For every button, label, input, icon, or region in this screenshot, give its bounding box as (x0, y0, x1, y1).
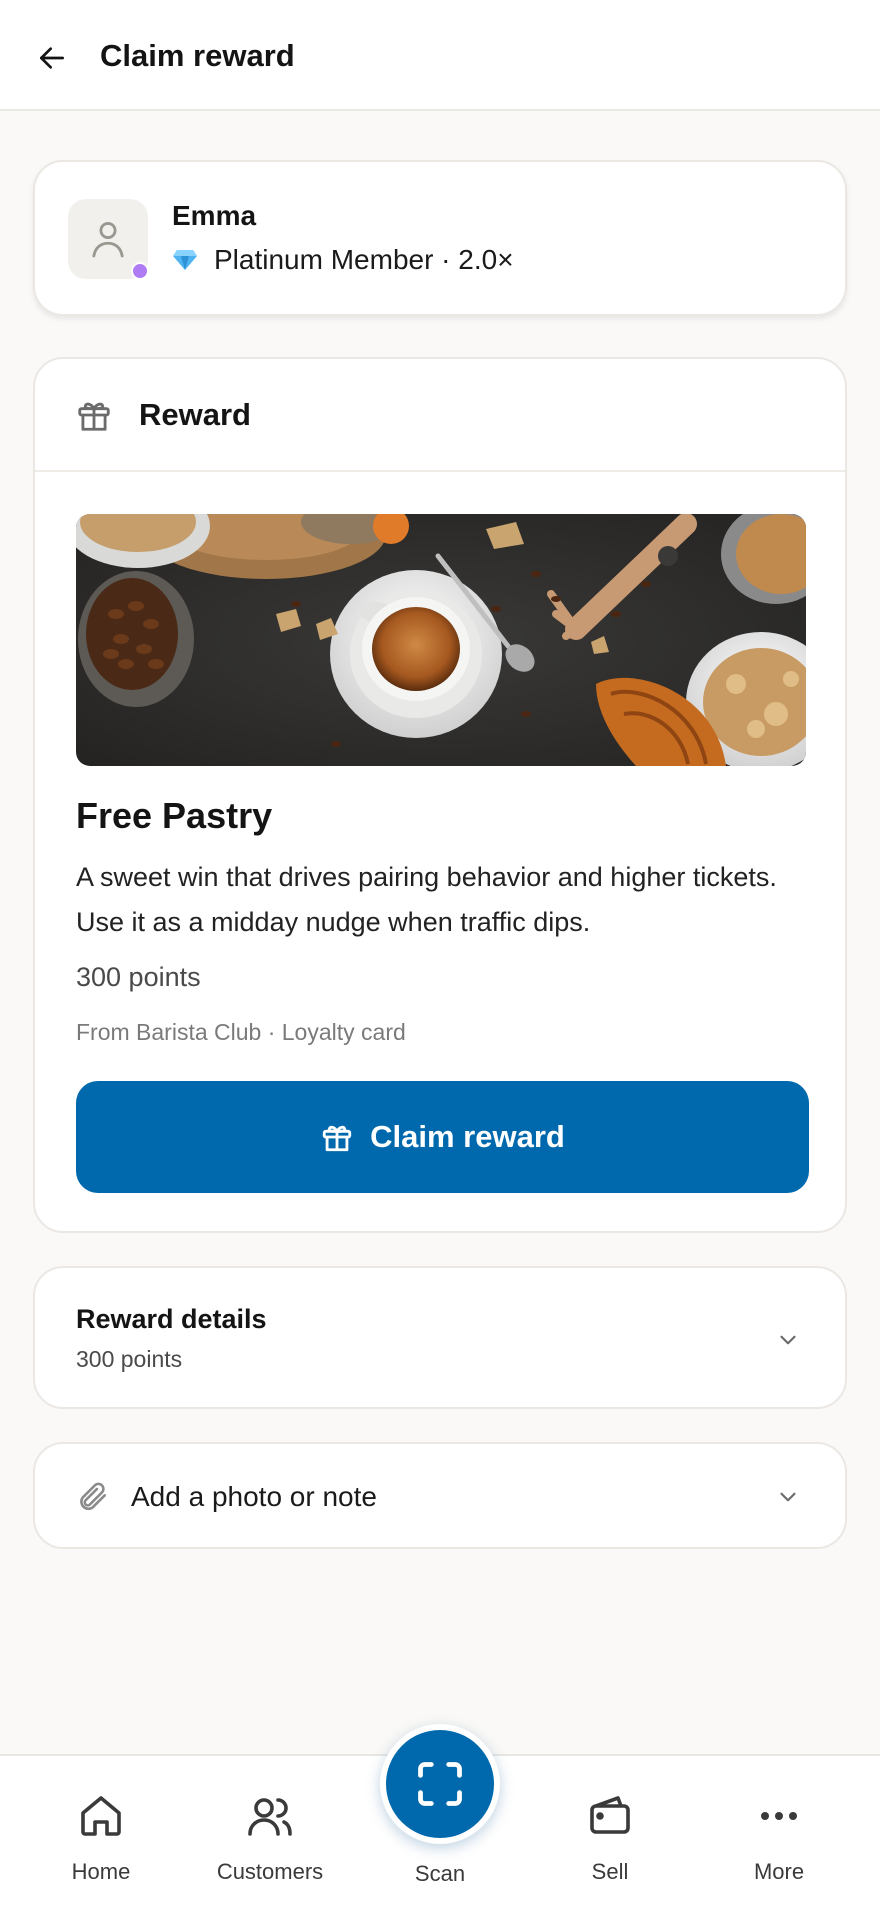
gift-icon (322, 1125, 352, 1152)
scan-button[interactable] (380, 1724, 500, 1844)
reward-card: Reward Free Pastry A sweet win that driv… (33, 357, 847, 1233)
app-header: Claim reward (0, 0, 880, 111)
wallet-icon (590, 1796, 630, 1834)
nav-customers[interactable]: Customers (200, 1756, 340, 1912)
paperclip-icon (80, 1482, 107, 1511)
nav-sell-label: Sell (591, 1859, 629, 1884)
member-tier: Platinum Member · 2.0× (172, 242, 514, 278)
home-icon (81, 1796, 121, 1836)
arrow-left-icon (40, 47, 64, 69)
reward-details-subtitle: 300 points (76, 1346, 183, 1372)
member-name: Emma (172, 200, 257, 231)
gem-icon (173, 250, 197, 270)
chevron-down-icon (780, 1335, 796, 1345)
gift-icon (78, 402, 110, 431)
reward-section-title: Reward (139, 397, 251, 432)
reward-image (76, 514, 806, 766)
users-icon (248, 1798, 292, 1836)
page-title: Claim reward (100, 38, 295, 73)
member-tier-label: Platinum Member · 2.0× (214, 244, 514, 275)
reward-details-accordion[interactable]: Reward details 300 points (33, 1266, 847, 1409)
member-card[interactable]: Emma Platinum Member · 2.0× (33, 160, 847, 316)
nav-home-label: Home (71, 1859, 131, 1884)
member-status-dot (131, 262, 149, 280)
more-icon (761, 1812, 797, 1820)
back-button[interactable] (30, 36, 74, 80)
reward-description: A sweet win that drives pairing behavior… (76, 862, 777, 937)
add-photo-note-label: Add a photo or note (131, 1481, 377, 1512)
reward-points: 300 points (76, 962, 201, 992)
nav-scan-label: Scan (414, 1861, 466, 1886)
scan-icon (418, 1762, 462, 1806)
reward-title: Free Pastry (76, 795, 273, 836)
reward-source: From Barista Club · Loyalty card (76, 1019, 406, 1045)
reward-card-header: Reward (35, 359, 845, 472)
nav-sell[interactable]: Sell (540, 1756, 680, 1912)
claim-reward-label: Claim reward (370, 1119, 565, 1154)
claim-reward-button[interactable]: Claim reward (76, 1081, 809, 1193)
nav-more-label: More (753, 1859, 805, 1884)
chevron-down-icon (780, 1492, 796, 1502)
nav-home[interactable]: Home (31, 1756, 171, 1912)
reward-details-title: Reward details (76, 1304, 267, 1334)
nav-more[interactable]: More (709, 1756, 849, 1912)
user-icon (92, 222, 124, 258)
add-photo-note-accordion[interactable]: Add a photo or note (33, 1442, 847, 1549)
nav-customers-label: Customers (216, 1859, 324, 1884)
